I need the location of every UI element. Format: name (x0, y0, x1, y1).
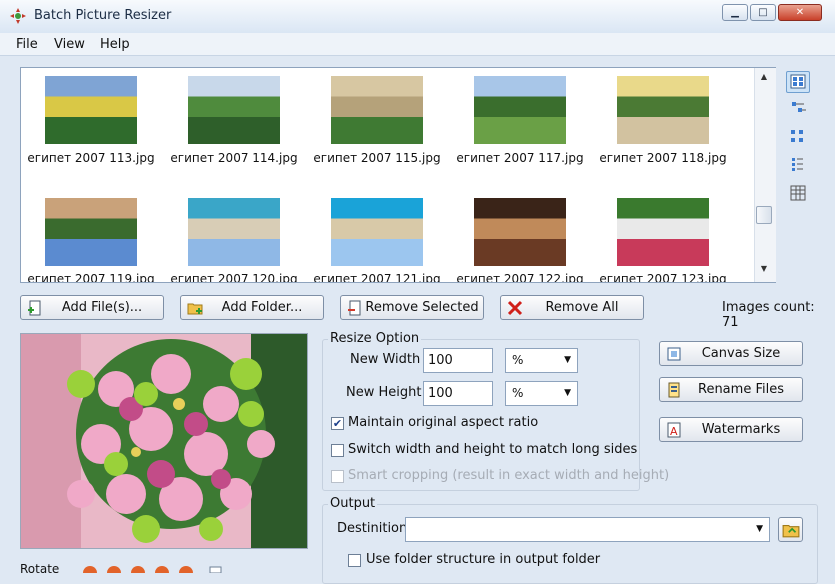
height-unit-select[interactable]: % ▼ (505, 381, 578, 406)
destination-label: Destinition (337, 521, 408, 536)
file-thumbnail[interactable] (45, 76, 137, 144)
smart-crop-checkbox (331, 470, 344, 483)
file-thumbnail[interactable] (474, 198, 566, 266)
rename-files-label: Rename Files (698, 382, 784, 397)
image-preview (20, 333, 308, 549)
file-thumbnail[interactable] (45, 198, 137, 266)
add-folder-icon (187, 303, 203, 315)
window-title: Batch Picture Resizer (34, 8, 172, 23)
file-thumbnail[interactable] (188, 198, 280, 266)
rotate-label: Rotate (20, 562, 60, 576)
canvas-icon (667, 347, 681, 361)
file-thumbnail[interactable] (188, 76, 280, 144)
remove-selected-button[interactable]: Remove Selected (340, 295, 484, 320)
maintain-aspect-label: Maintain original aspect ratio (348, 415, 539, 430)
app-icon (10, 8, 26, 24)
file-name: египет 2007 113.jpg (27, 151, 155, 165)
file-thumbnail[interactable] (617, 76, 709, 144)
remove-file-icon (348, 300, 361, 316)
file-name: египет 2007 122.jpg (456, 272, 584, 283)
file-name: египет 2007 117.jpg (456, 151, 584, 165)
file-thumbnail[interactable] (331, 76, 423, 144)
height-unit-value: % (512, 386, 524, 400)
file-thumbnail[interactable] (617, 198, 709, 266)
add-folder-label: Add Folder... (221, 300, 303, 315)
images-count: Images count: 71 (722, 300, 815, 330)
destination-select[interactable]: ▼ (405, 517, 770, 542)
maximize-button[interactable]: □ (750, 4, 776, 21)
file-name: египет 2007 114.jpg (170, 151, 298, 165)
add-file-icon (28, 300, 41, 316)
chevron-down-icon: ▼ (564, 388, 571, 398)
chevron-down-icon: ▼ (564, 355, 571, 365)
watermarks-button[interactable]: A Watermarks (659, 417, 803, 442)
new-width-label: New Width (350, 352, 421, 367)
menu-help[interactable]: Help (100, 37, 130, 52)
resize-option-legend: Resize Option (328, 331, 422, 346)
file-thumbnail[interactable] (331, 198, 423, 266)
tiles-view-icon[interactable] (786, 98, 810, 120)
new-height-input[interactable]: 100 (423, 381, 493, 406)
details-view-icon[interactable] (786, 182, 810, 204)
maintain-aspect-checkbox[interactable]: ✔ (331, 417, 344, 430)
output-legend: Output (328, 496, 378, 511)
red-x-icon (507, 300, 523, 316)
chevron-down-icon: ▼ (756, 524, 763, 534)
new-width-input[interactable]: 100 (423, 348, 493, 373)
scroll-up-arrow-icon[interactable]: ▲ (756, 72, 772, 84)
file-name: египет 2007 118.jpg (599, 151, 727, 165)
thumbnail-view-icon[interactable] (786, 71, 810, 93)
add-files-label: Add File(s)... (61, 300, 143, 315)
scrollbar-thumb[interactable] (756, 206, 772, 224)
file-thumbnail[interactable] (474, 76, 566, 144)
folder-structure-label: Use folder structure in output folder (366, 552, 601, 567)
scroll-down-arrow-icon[interactable]: ▼ (756, 264, 772, 276)
watermarks-label: Watermarks (701, 422, 781, 437)
close-button[interactable]: ✕ (778, 4, 822, 21)
list-view-icon[interactable] (786, 154, 810, 176)
remove-selected-label: Remove Selected (365, 300, 479, 315)
file-thumbnail-list[interactable]: египет 2007 113.jpg египет 2007 114.jpg … (20, 67, 776, 283)
folder-icon (782, 524, 800, 538)
remove-all-label: Remove All (545, 300, 619, 315)
canvas-size-label: Canvas Size (701, 346, 781, 361)
width-unit-value: % (512, 353, 524, 367)
add-files-button[interactable]: Add File(s)... (20, 295, 164, 320)
svg-text:A: A (670, 425, 678, 438)
file-name: египет 2007 115.jpg (313, 151, 441, 165)
switch-sides-checkbox[interactable] (331, 444, 344, 457)
vertical-scrollbar[interactable] (754, 68, 776, 282)
watermark-icon: A (667, 422, 681, 438)
smart-crop-label: Smart cropping (result in exact width an… (348, 468, 670, 483)
remove-all-button[interactable]: Remove All (500, 295, 644, 320)
minimize-button[interactable]: ▁ (722, 4, 748, 21)
switch-sides-label: Switch width and height to match long si… (348, 442, 638, 457)
rename-icon (668, 382, 680, 398)
folder-structure-checkbox[interactable] (348, 554, 361, 567)
menu-view[interactable]: View (54, 37, 85, 52)
canvas-size-button[interactable]: Canvas Size (659, 341, 803, 366)
file-name: египет 2007 121.jpg (313, 272, 441, 283)
new-height-label: New Height (346, 385, 422, 400)
add-folder-button[interactable]: Add Folder... (180, 295, 324, 320)
rename-files-button[interactable]: Rename Files (659, 377, 803, 402)
icons-view-icon[interactable] (786, 126, 810, 148)
file-name: египет 2007 123.jpg (599, 272, 727, 283)
file-name: египет 2007 120.jpg (170, 272, 298, 283)
browse-folder-button[interactable] (778, 517, 803, 542)
menu-file[interactable]: File (16, 37, 38, 52)
width-unit-select[interactable]: % ▼ (505, 348, 578, 373)
rotate-controls (82, 562, 222, 580)
file-name: египет 2007 119.jpg (27, 272, 155, 283)
output-group (322, 504, 818, 584)
